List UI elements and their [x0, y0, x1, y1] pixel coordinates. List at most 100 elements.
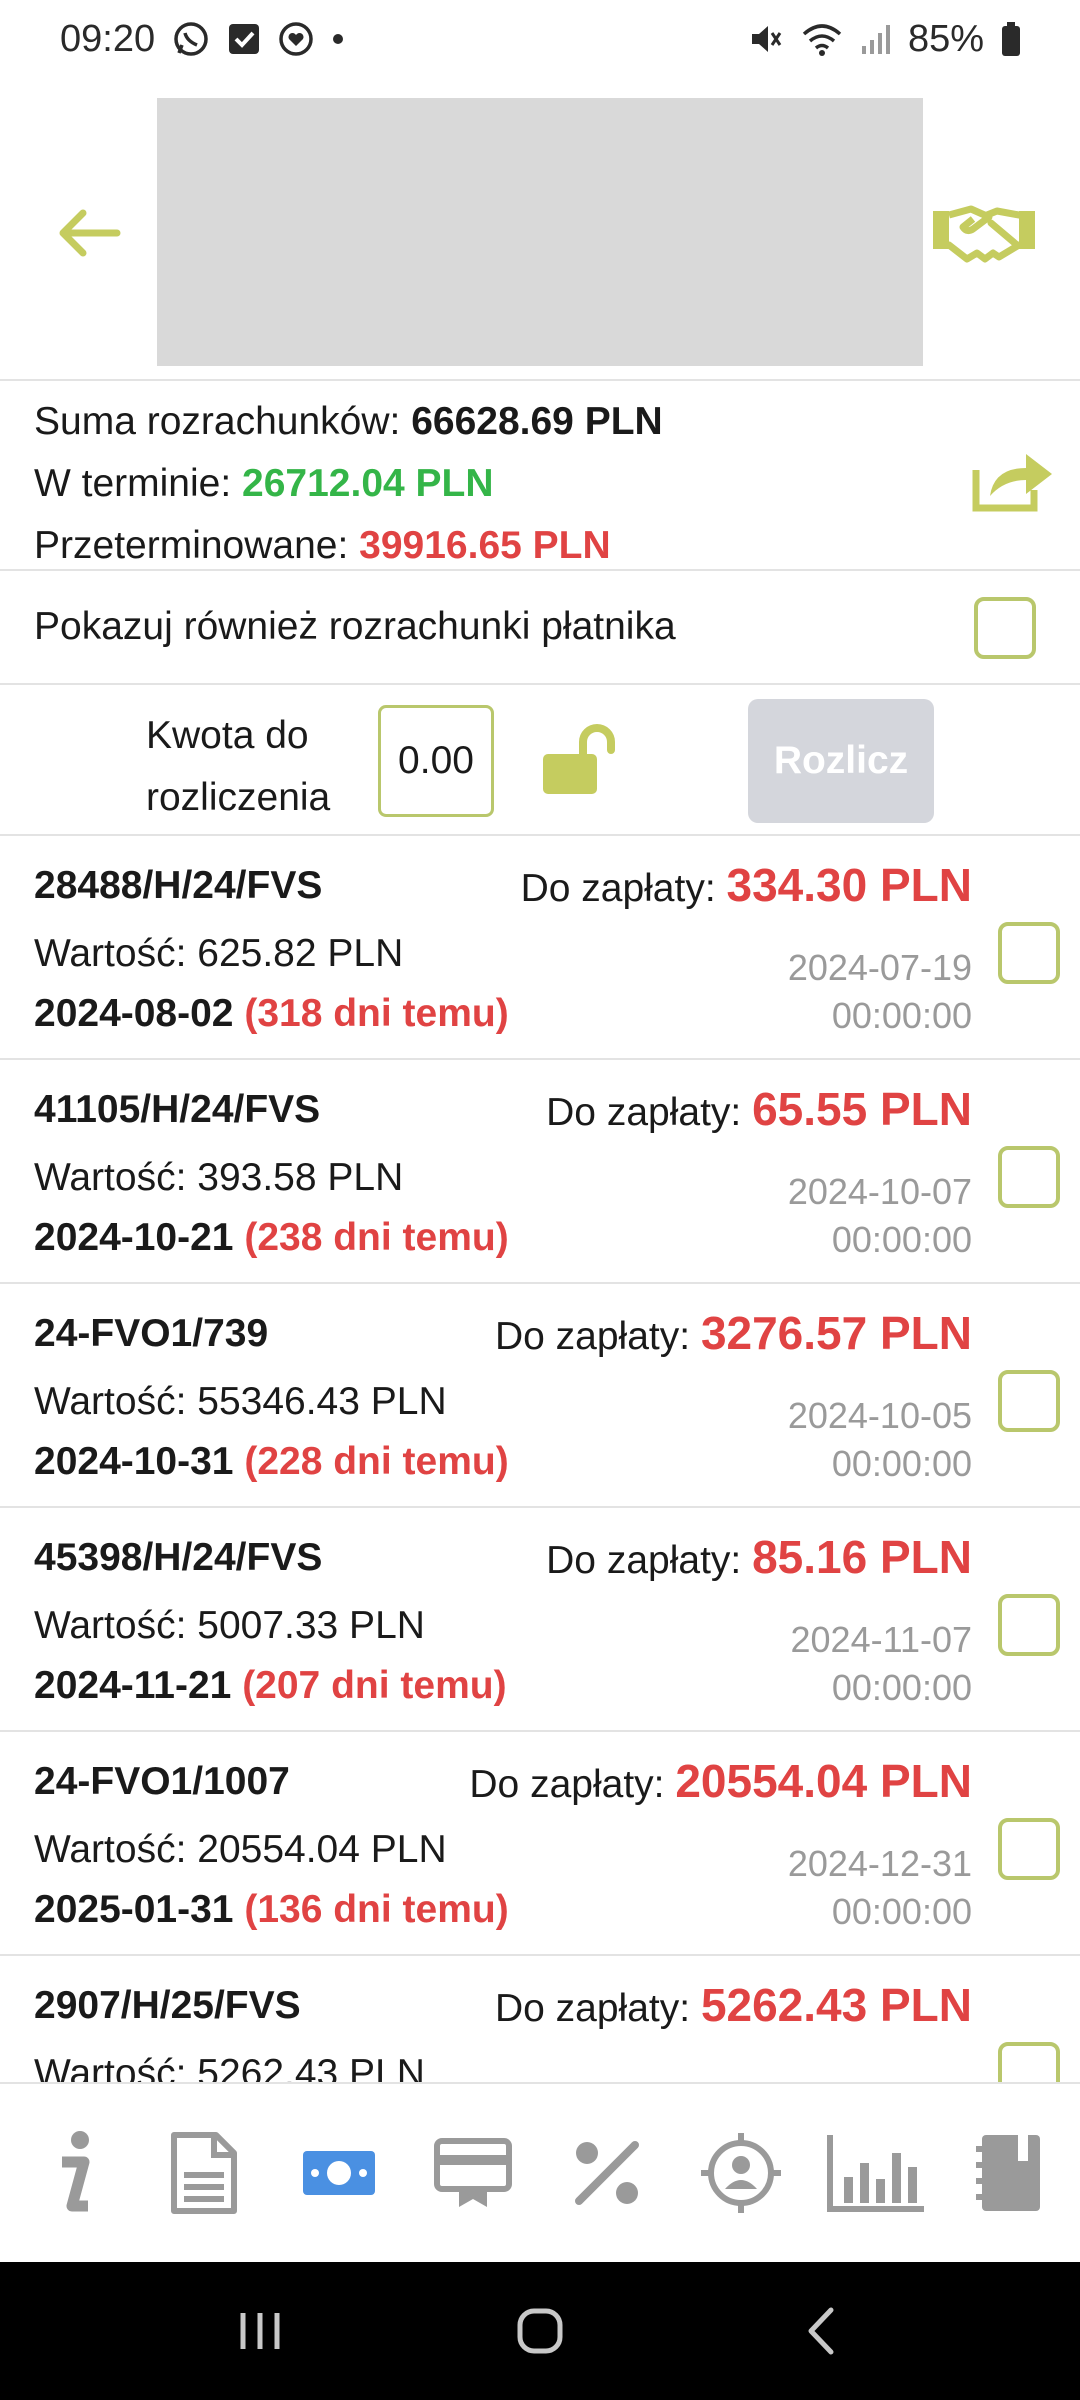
handshake-button[interactable]	[924, 186, 1044, 282]
document-value: Wartość: 20554.04 PLN	[34, 1828, 447, 1871]
due-date: 2025-01-31 (136 dni temu)	[34, 1888, 509, 1931]
percent-icon	[575, 2141, 640, 2205]
overdue-label: Przeterminowane:	[34, 524, 349, 567]
wifi-icon	[800, 20, 844, 58]
document-icon	[171, 2132, 238, 2214]
issue-timestamp: 2024-12-31 00:00:00	[787, 1843, 972, 1932]
bar-chart-icon	[826, 2135, 924, 2212]
due-date: 2024-11-21 (207 dni temu)	[34, 1664, 507, 1707]
nav-info[interactable]	[20, 2118, 120, 2228]
bottom-navigation	[0, 2082, 1080, 2262]
task-check-icon	[227, 22, 261, 56]
total-label: Suma rozrachunków:	[34, 400, 401, 443]
contact-target-icon	[701, 2133, 782, 2213]
list-item[interactable]: 28488/H/24/FVS Do zapłaty: 334.30 PLN Wa…	[0, 836, 1080, 1060]
amount-due: Do zapłaty: 65.55 PLN	[546, 1083, 972, 1135]
settle-amount-label: Kwota do rozliczenia	[146, 714, 331, 819]
summary-total-row: Suma rozrachunków: 66628.69 PLN	[34, 391, 1080, 453]
header	[0, 78, 1080, 381]
settlements-list: 28488/H/24/FVS Do zapłaty: 334.30 PLN Wa…	[0, 836, 1080, 2082]
document-value: Wartość: 5262.43 PLN	[34, 2052, 425, 2082]
list-item[interactable]: 41105/H/24/FVS Do zapłaty: 65.55 PLN War…	[0, 1060, 1080, 1284]
amount-due: Do zapłaty: 85.16 PLN	[546, 1531, 972, 1583]
list-item[interactable]: 24-FVO1/1007 Do zapłaty: 20554.04 PLN Wa…	[0, 1732, 1080, 1956]
system-navigation-bar	[0, 2262, 1080, 2400]
amount-due: Do zapłaty: 334.30 PLN	[520, 859, 972, 911]
document-number: 41105/H/24/FVS	[34, 1088, 321, 1131]
chevron-left-icon	[808, 2307, 834, 2355]
back-button[interactable]	[48, 198, 128, 268]
item-checkbox[interactable]	[998, 1594, 1060, 1656]
due-date: 2024-10-31 (228 dni temu)	[34, 1440, 509, 1483]
item-checkbox[interactable]	[998, 922, 1060, 984]
recent-apps-icon	[240, 2313, 280, 2349]
status-left: 09:20	[60, 18, 345, 61]
unlock-icon	[543, 724, 615, 794]
whatsapp-icon	[171, 19, 211, 59]
issue-timestamp: 2024-10-05 00:00:00	[787, 1395, 972, 1484]
home-button[interactable]	[485, 2291, 595, 2371]
show-payer-settlements-checkbox[interactable]	[974, 597, 1036, 659]
nav-payments[interactable]	[423, 2118, 523, 2228]
mute-icon	[746, 20, 784, 58]
signal-icon	[860, 22, 892, 56]
show-payer-settlements-label: Pokazuj również rozrachunki płatnika	[34, 605, 676, 648]
heart-circle-icon	[277, 20, 315, 58]
document-value: Wartość: 5007.33 PLN	[34, 1604, 425, 1647]
amount-due: Do zapłaty: 5262.43 PLN	[494, 1979, 972, 2031]
list-item[interactable]: 24-FVO1/739 Do zapłaty: 3276.57 PLN Wart…	[0, 1284, 1080, 1508]
settlement-summary: Suma rozrachunków: 66628.69 PLN W termin…	[0, 381, 1080, 571]
nav-documents[interactable]	[154, 2118, 254, 2228]
item-checkbox[interactable]	[998, 1818, 1060, 1880]
battery-percent: 85%	[907, 17, 984, 60]
nav-discounts[interactable]	[557, 2118, 657, 2228]
notification-dot-icon	[331, 32, 345, 46]
issue-timestamp: 2024-07-19 00:00:00	[787, 947, 972, 1036]
show-payer-settlements-row: Pokazuj również rozrachunki płatnika	[0, 571, 1080, 685]
nav-settlements[interactable]	[289, 2118, 389, 2228]
document-number: 28488/H/24/FVS	[34, 864, 323, 907]
due-date: 2024-08-02 (318 dni temu)	[34, 992, 509, 1035]
home-icon	[517, 2308, 563, 2354]
recent-apps-button[interactable]	[205, 2291, 315, 2371]
total-value: 66628.69 PLN	[411, 400, 663, 443]
money-icon	[302, 2151, 375, 2195]
notebook-icon	[975, 2135, 1040, 2211]
share-button[interactable]	[968, 441, 1060, 517]
document-number: 45398/H/24/FVS	[34, 1536, 323, 1579]
summary-overdue-row: Przeterminowane: 39916.65 PLN	[34, 515, 1080, 577]
summary-on-time-row: W terminie: 26712.04 PLN	[34, 453, 1080, 515]
item-checkbox[interactable]	[998, 1146, 1060, 1208]
status-time: 09:20	[60, 17, 156, 60]
info-icon	[62, 2131, 90, 2212]
item-checkbox[interactable]	[998, 2042, 1060, 2082]
document-number: 24-FVO1/739	[34, 1312, 269, 1355]
on-time-label: W terminie:	[34, 462, 232, 505]
company-logo-placeholder	[157, 98, 923, 366]
document-value: Wartość: 55346.43 PLN	[34, 1380, 447, 1423]
settle-button[interactable]: Rozlicz	[748, 699, 934, 823]
issue-timestamp: 2024-10-07 00:00:00	[787, 1171, 972, 1260]
arrow-left-icon	[59, 209, 121, 257]
nav-notes[interactable]	[960, 2118, 1060, 2228]
nav-statistics[interactable]	[826, 2118, 926, 2228]
list-item[interactable]: 2907/H/25/FVS Do zapłaty: 5262.43 PLN Wa…	[0, 1956, 1080, 2082]
system-back-button[interactable]	[765, 2291, 875, 2371]
unlock-button[interactable]	[534, 715, 624, 805]
due-date: 2024-10-21 (238 dni temu)	[34, 1216, 509, 1259]
document-number: 2907/H/25/FVS	[34, 1984, 301, 2027]
share-icon	[972, 454, 1052, 512]
handshake-icon	[933, 205, 1035, 263]
settle-amount-input[interactable]: 0.00	[378, 705, 494, 817]
on-time-value: 26712.04 PLN	[242, 462, 494, 505]
nav-contacts[interactable]	[691, 2118, 791, 2228]
status-right: 85%	[746, 18, 1022, 61]
list-item[interactable]: 45398/H/24/FVS Do zapłaty: 85.16 PLN War…	[0, 1508, 1080, 1732]
card-icon	[433, 2138, 512, 2207]
amount-due: Do zapłaty: 3276.57 PLN	[494, 1307, 972, 1359]
item-checkbox[interactable]	[998, 1370, 1060, 1432]
issue-timestamp: 2024-11-07 00:00:00	[790, 1619, 972, 1708]
overdue-value: 39916.65 PLN	[359, 524, 611, 567]
status-bar: 09:20 85%	[0, 0, 1080, 78]
document-value: Wartość: 393.58 PLN	[34, 1156, 404, 1199]
